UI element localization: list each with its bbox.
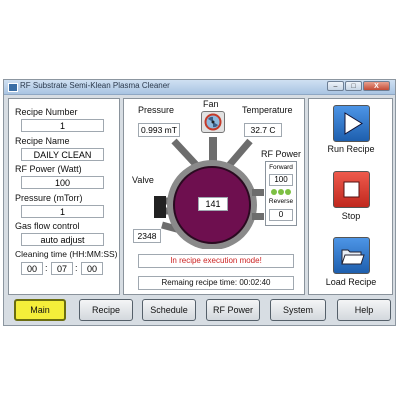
recipe-number-label: Recipe Number — [15, 107, 78, 117]
window-title: RF Substrate Semi-Klean Plasma Cleaner — [20, 81, 170, 90]
pressure-field[interactable]: 1 — [21, 205, 104, 218]
app-window: RF Substrate Semi-Klean Plasma Cleaner –… — [3, 79, 396, 326]
stop-button[interactable] — [333, 171, 370, 208]
run-recipe-label[interactable]: Run Recipe — [321, 144, 381, 154]
rf-power-label: RF Power (Watt) — [15, 164, 82, 174]
rf-connector-lower — [252, 213, 264, 220]
tab-system[interactable]: System — [270, 299, 326, 321]
app-icon — [8, 83, 18, 92]
maximize-button[interactable]: □ — [345, 81, 362, 91]
play-icon — [344, 112, 363, 135]
cleaning-time-label: Cleaning time (HH:MM:SS) — [15, 249, 118, 259]
stop-icon — [343, 181, 360, 198]
temperature-readout: 32.7 C — [244, 123, 282, 137]
title-bar: RF Substrate Semi-Klean Plasma Cleaner –… — [4, 80, 395, 95]
valve-icon — [154, 196, 166, 218]
recipe-number-field[interactable]: 1 — [21, 119, 104, 132]
fan-label: Fan — [203, 99, 219, 109]
pressure-readout-label: Pressure — [138, 105, 175, 115]
stop-label[interactable]: Stop — [321, 211, 381, 221]
folder-icon — [341, 249, 365, 265]
rf-power-status-label: RF Power — [261, 149, 302, 159]
fan-icon[interactable] — [201, 111, 225, 133]
reverse-label: Reverse — [268, 198, 294, 205]
time-hours-field[interactable]: 00 — [21, 262, 43, 275]
chamber-panel: Pressure 0.993 mT Fan Temperature 32.7 C… — [123, 98, 305, 295]
reverse-readout: 0 — [269, 209, 293, 221]
fan-pipe — [209, 137, 217, 163]
control-panel: Run Recipe Stop Load Recipe — [308, 98, 393, 295]
status-led — [271, 189, 277, 195]
recipe-info-panel: Recipe Number 1 Recipe Name DAILY CLEAN … — [8, 98, 120, 295]
tab-schedule[interactable]: Schedule — [142, 299, 196, 321]
forward-readout: 100 — [269, 174, 293, 186]
load-recipe-label[interactable]: Load Recipe — [321, 277, 381, 287]
tab-recipe[interactable]: Recipe — [79, 299, 133, 321]
tab-help[interactable]: Help — [337, 299, 391, 321]
tab-rf-power[interactable]: RF Power — [206, 299, 260, 321]
tab-main[interactable]: Main — [14, 299, 66, 321]
close-button[interactable]: X — [363, 81, 390, 91]
status-led — [278, 189, 284, 195]
status-led — [285, 189, 291, 195]
time-separator: : — [75, 263, 78, 273]
pressure-label: Pressure (mTorr) — [15, 193, 83, 203]
status-message: In recipe execution mode! — [138, 254, 294, 268]
rf-power-status-box: Forward 100 Reverse 0 — [265, 161, 297, 226]
recipe-name-label: Recipe Name — [15, 136, 70, 146]
gas-flow-field[interactable]: auto adjust — [21, 233, 104, 246]
time-seconds-field[interactable]: 00 — [81, 262, 103, 275]
time-minutes-field[interactable]: 07 — [51, 262, 73, 275]
recipe-name-field[interactable]: DAILY CLEAN — [21, 148, 104, 161]
run-recipe-button[interactable] — [333, 105, 370, 142]
valve-readout: 2348 — [133, 229, 161, 243]
forward-label: Forward — [269, 164, 293, 171]
valve-label: Valve — [132, 175, 154, 185]
load-recipe-button[interactable] — [333, 237, 370, 274]
gas-flow-label: Gas flow control — [15, 221, 80, 231]
time-separator: : — [45, 263, 48, 273]
rf-connector-upper — [252, 189, 264, 196]
temperature-readout-label: Temperature — [242, 105, 293, 115]
chamber-readout: 141 — [198, 197, 228, 211]
remaining-time: Remaing recipe time: 00:02:40 — [138, 276, 294, 290]
minimize-button[interactable]: – — [327, 81, 344, 91]
rf-power-field[interactable]: 100 — [21, 176, 104, 189]
pressure-readout: 0.993 mT — [138, 123, 180, 137]
